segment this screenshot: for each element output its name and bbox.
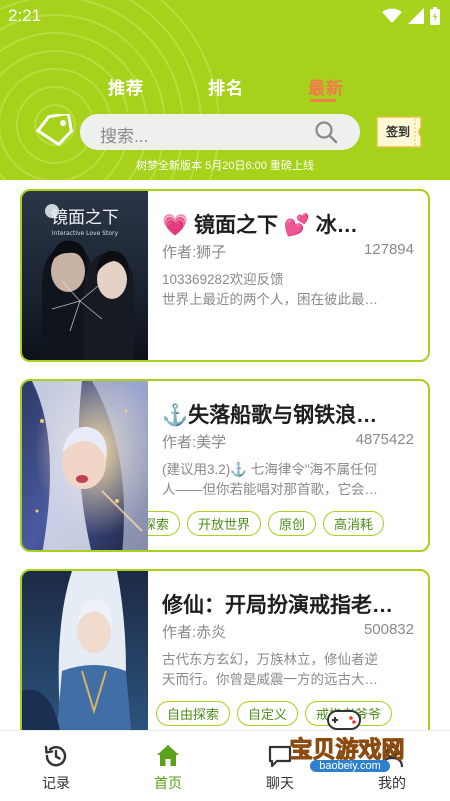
- cover-title: 镜面之下: [51, 208, 119, 228]
- battery-icon: [430, 7, 440, 25]
- nav-label: 聊天: [266, 775, 294, 791]
- story-play-count: 500832: [363, 621, 414, 638]
- story-description: (建议用3.2)⚓ 七海律令"海不属任何 人——但你若能唱对那首歌，它会…: [162, 460, 412, 500]
- search-placeholder: 搜索...: [100, 127, 149, 146]
- search-bar[interactable]: 搜索...: [80, 114, 360, 150]
- tag-chip[interactable]: 探索: [148, 511, 181, 536]
- story-cover: 镜面之下 Interactive Love Story: [22, 191, 148, 360]
- profile-icon: [380, 745, 404, 768]
- bottom-navigation: 记录 首页 聊天 我的: [0, 730, 450, 801]
- story-card[interactable]: 镜面之下 Interactive Love Story 💗 镜面之下 💕 冰… …: [20, 189, 430, 362]
- nav-label: 记录: [42, 775, 70, 791]
- story-title: 修仙：开局扮演戒指老…: [162, 594, 393, 617]
- story-title: ⚓失落船歌与钢铁浪…: [162, 404, 378, 427]
- story-tags[interactable]: 探索 开放世界 原创 高消耗: [148, 511, 428, 539]
- tag-chip[interactable]: 高消耗: [323, 511, 385, 536]
- story-description: 103369282欢迎反馈 世界上最近的两个人，困在彼此最…: [162, 270, 412, 310]
- tab-latest-label: 最新: [308, 79, 344, 98]
- home-icon: [157, 745, 179, 766]
- announcement-text: 树梦全新版本 5月20日6:00 重磅上线: [136, 160, 314, 172]
- story-cover: [22, 571, 148, 737]
- story-tags[interactable]: 自由探索 自定义 戒指老爷爷: [148, 701, 428, 729]
- nav-label: 首页: [154, 775, 182, 791]
- tab-recommend[interactable]: 推荐: [108, 74, 144, 99]
- story-play-count: 4875422: [355, 431, 414, 448]
- top-tabs: 推荐 排名 最新: [0, 74, 450, 104]
- nav-history[interactable]: 记录: [16, 731, 96, 801]
- story-description-line: 103369282欢迎反馈: [162, 272, 284, 287]
- tab-latest[interactable]: 最新: [308, 74, 344, 102]
- story-card[interactable]: 修仙：开局扮演戒指老… 作者:赤炎 500832 古代东方玄幻，万族林立，修仙者…: [20, 569, 430, 739]
- chat-icon: [268, 745, 292, 768]
- story-card[interactable]: ⚓失落船歌与钢铁浪… 作者:美学 4875422 (建议用3.2)⚓ 七海律令"…: [20, 379, 430, 552]
- tag-icon[interactable]: [36, 114, 74, 146]
- nav-home[interactable]: 首页: [128, 731, 208, 801]
- story-author: 作者:美学: [162, 434, 227, 451]
- story-description-line: 人——但你若能唱对那首歌，它会…: [162, 482, 378, 497]
- checkin-button[interactable]: 签到: [375, 115, 425, 149]
- status-bar: 2:21: [0, 0, 450, 34]
- checkin-label: 签到: [385, 125, 410, 139]
- story-description-line: 天而行。你曾是威震一方的远古大…: [162, 672, 378, 687]
- story-cover: [22, 381, 148, 550]
- active-tab-indicator: [310, 99, 336, 102]
- tag-chip[interactable]: 开放世界: [187, 511, 262, 536]
- history-icon: [44, 745, 67, 767]
- wifi-icon: [382, 8, 402, 23]
- story-description-line: (建议用3.2)⚓ 七海律令"海不属任何: [162, 462, 378, 477]
- signal-icon: [408, 8, 424, 24]
- tab-ranking[interactable]: 排名: [208, 74, 244, 99]
- tag-chip[interactable]: 原创: [268, 511, 317, 536]
- cover-subtitle: Interactive Love Story: [52, 230, 119, 237]
- nav-chat[interactable]: 聊天: [240, 731, 320, 801]
- tag-chip[interactable]: 自定义: [237, 701, 299, 726]
- story-author: 作者:狮子: [162, 244, 227, 261]
- nav-profile[interactable]: 我的: [352, 731, 432, 801]
- header: 2:21 推荐 排名 最新 搜索... 签到 树梦全新版本 5月20日6:00 …: [0, 0, 450, 180]
- story-description-line: 古代东方玄幻，万族林立，修仙者逆: [162, 652, 378, 667]
- story-description: 古代东方玄幻，万族林立，修仙者逆 天而行。你曾是威震一方的远古大…: [162, 650, 412, 690]
- story-author: 作者:赤炎: [162, 624, 227, 641]
- story-title: 💗 镜面之下 💕 冰…: [162, 214, 358, 237]
- search-icon[interactable]: [314, 120, 338, 144]
- story-description-line: 世界上最近的两个人，困在彼此最…: [162, 292, 378, 307]
- tag-chip[interactable]: 戒指老爷爷: [305, 701, 393, 726]
- nav-label: 我的: [378, 775, 406, 791]
- tag-chip[interactable]: 自由探索: [156, 701, 231, 726]
- status-time: 2:21: [8, 6, 42, 25]
- story-play-count: 127894: [363, 241, 414, 258]
